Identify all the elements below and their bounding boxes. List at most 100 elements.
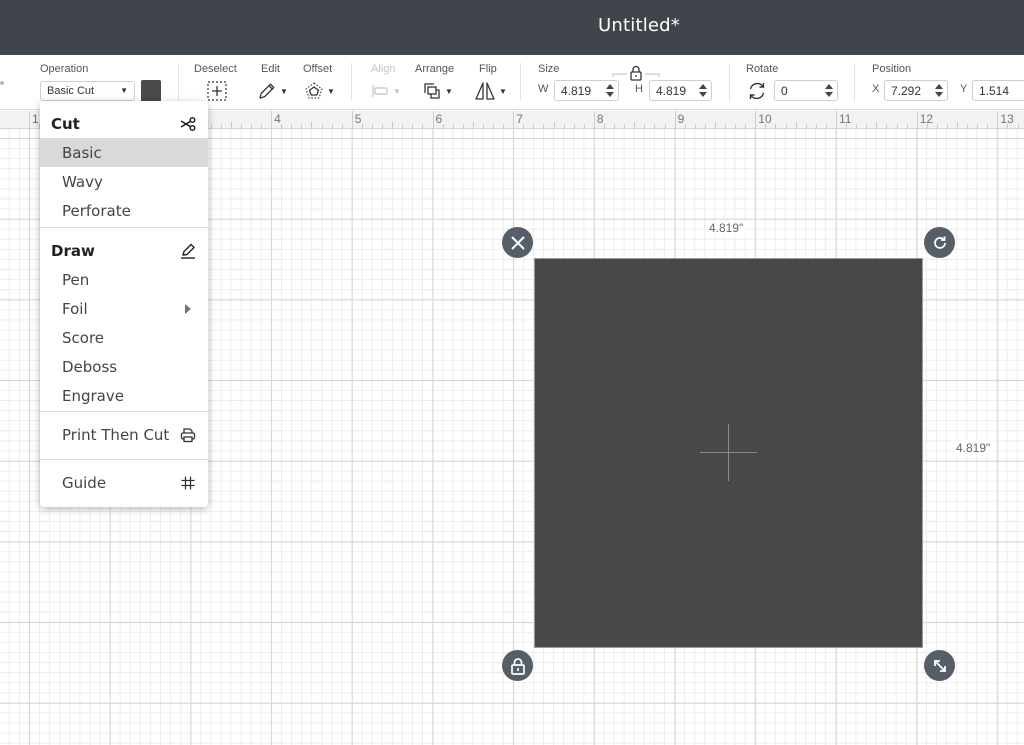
ruler-minor-tick: [856, 124, 858, 128]
rotate-input[interactable]: 0: [774, 80, 838, 101]
deselect-icon: [207, 81, 227, 101]
x-position-value: 7.292: [891, 84, 922, 98]
ruler-minor-tick: [886, 124, 888, 128]
deselect-button[interactable]: [206, 78, 228, 104]
menu-item-basic[interactable]: Basic: [40, 138, 208, 167]
menu-item-label: Foil: [62, 300, 88, 318]
ruler-minor-tick: [704, 124, 706, 128]
ruler-minor-tick: [230, 122, 232, 128]
width-stepper[interactable]: [606, 84, 614, 97]
menu-header-label: Cut: [51, 115, 80, 133]
align-icon: [372, 85, 388, 97]
toolbar-divider: [520, 63, 521, 101]
scissors-icon: [180, 116, 196, 132]
chevron-down-icon: ▼: [499, 86, 507, 96]
menu-item-label: Pen: [62, 271, 90, 289]
printer-icon: [180, 428, 196, 443]
ruler-major-tick: [997, 111, 999, 129]
align-button[interactable]: ▼: [370, 78, 401, 104]
menu-divider: [40, 411, 208, 412]
ruler-minor-tick: [553, 122, 555, 128]
ruler-minor-tick: [936, 124, 938, 128]
menu-item-label: Wavy: [62, 173, 103, 191]
align-label: Align: [371, 63, 396, 75]
menu-header-cut: Cut: [40, 109, 208, 138]
lock-proportions-handle[interactable]: [502, 650, 533, 681]
chevron-down-icon: ▼: [120, 86, 128, 95]
rotate-stepper[interactable]: [825, 84, 833, 97]
width-dimension-label: 4.819": [705, 220, 748, 236]
menu-item-label: Guide: [62, 474, 107, 492]
resize-handle[interactable]: [924, 650, 955, 681]
menu-item-engrave[interactable]: Engrave: [40, 381, 208, 410]
menu-item-deboss[interactable]: Deboss: [40, 352, 208, 381]
ruler-minor-tick: [311, 122, 313, 128]
ruler-minor-tick: [543, 124, 545, 128]
height-stepper[interactable]: [699, 84, 707, 97]
ruler-minor-tick: [482, 124, 484, 128]
toolbar-overflow-handle[interactable]: [0, 81, 4, 85]
position-label: Position: [872, 63, 912, 75]
offset-button[interactable]: ▼: [304, 78, 335, 104]
width-input[interactable]: 4.819: [554, 80, 619, 101]
ruler-minor-tick: [926, 124, 928, 128]
x-position-input[interactable]: 7.292: [884, 80, 948, 101]
ruler-minor-tick: [634, 122, 636, 128]
ruler-label: 5: [354, 112, 362, 126]
ruler-minor-tick: [503, 124, 505, 128]
ruler-minor-tick: [382, 124, 384, 128]
rotate-icon: [933, 236, 946, 249]
toolbar-divider: [351, 63, 352, 101]
edit-label: Edit: [261, 63, 280, 75]
operation-select[interactable]: Basic Cut ▼: [40, 81, 135, 101]
height-input[interactable]: 4.819: [649, 80, 712, 101]
center-crosshair: [728, 424, 729, 481]
y-position-value: 1.514: [979, 84, 1010, 98]
ruler-major-tick: [271, 111, 273, 129]
menu-item-guide[interactable]: Guide: [40, 468, 208, 497]
chevron-down-icon: ▼: [445, 86, 453, 96]
offset-icon: [305, 82, 323, 99]
arrange-button[interactable]: ▼: [422, 78, 453, 104]
ruler-minor-tick: [725, 124, 727, 128]
rotate-handle[interactable]: [924, 227, 955, 258]
rotate-value: 0: [781, 84, 788, 98]
edit-button[interactable]: ▼: [257, 78, 288, 104]
arrange-label: Arrange: [415, 63, 455, 75]
ruler-minor-tick: [361, 124, 363, 128]
ruler-minor-tick: [442, 124, 444, 128]
size-lock-icon[interactable]: [611, 65, 661, 81]
ruler-major-tick: [836, 111, 837, 129]
menu-item-label: Print Then Cut: [62, 426, 170, 444]
ruler-minor-tick: [301, 124, 303, 128]
ruler-minor-tick: [240, 124, 242, 128]
ruler-minor-tick: [987, 124, 989, 128]
ruler-label: 7: [516, 112, 523, 126]
ruler-minor-tick: [563, 124, 565, 128]
ruler-major-tick: [513, 111, 515, 129]
ruler-minor-tick: [331, 124, 333, 128]
resize-diagonal-icon: [933, 659, 946, 672]
chevron-down-icon: ▼: [393, 86, 401, 96]
menu-item-score[interactable]: Score: [40, 323, 208, 352]
delete-handle[interactable]: [502, 227, 533, 258]
x-position-stepper[interactable]: [935, 84, 943, 97]
ruler-minor-tick: [402, 124, 404, 128]
menu-item-foil[interactable]: Foil: [40, 294, 208, 323]
menu-item-print-then-cut[interactable]: Print Then Cut: [40, 420, 208, 449]
menu-item-pen[interactable]: Pen: [40, 265, 208, 294]
ruler-major-tick: [29, 111, 30, 129]
ruler-minor-tick: [896, 124, 898, 128]
menu-item-wavy[interactable]: Wavy: [40, 167, 208, 196]
ruler-minor-tick: [493, 124, 495, 128]
ruler-minor-tick: [573, 124, 575, 128]
ruler-minor-tick: [714, 122, 716, 128]
ruler-minor-tick: [805, 124, 807, 128]
toolbar-divider: [178, 63, 179, 101]
menu-item-perforate[interactable]: Perforate: [40, 196, 208, 225]
operation-color-swatch[interactable]: [141, 80, 161, 102]
y-position-input[interactable]: 1.514: [972, 80, 1024, 101]
flip-button[interactable]: ▼: [474, 78, 507, 104]
height-label: H: [635, 83, 643, 95]
width-value: 4.819: [561, 84, 592, 98]
